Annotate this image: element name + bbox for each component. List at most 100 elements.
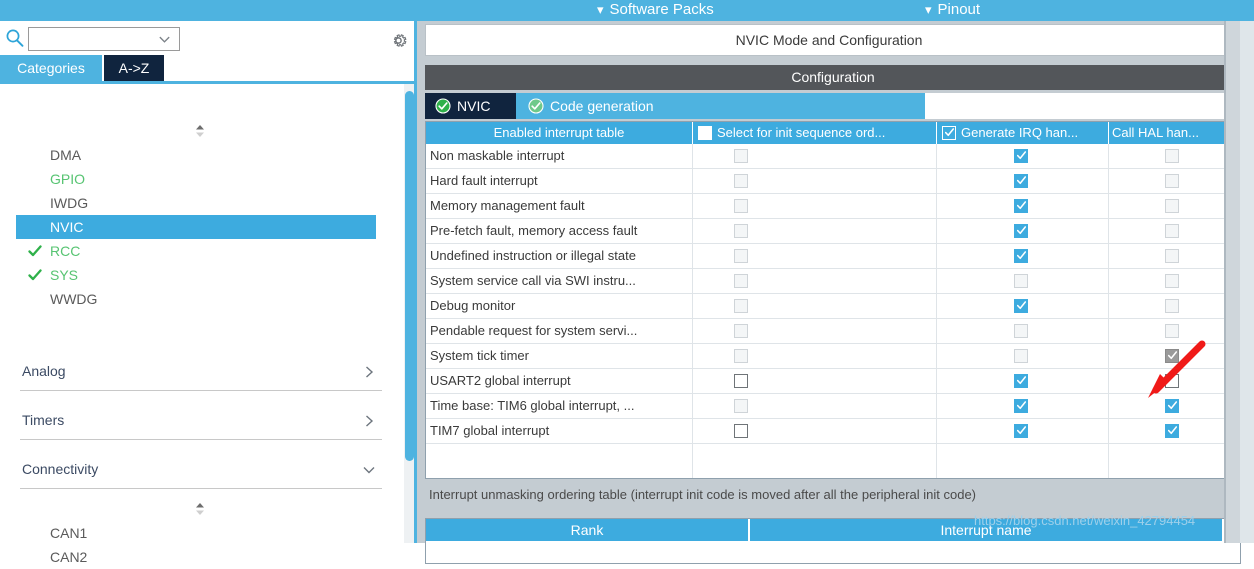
ribbon-pinout[interactable]: ▾ Pinout — [925, 0, 980, 21]
peripheral-label: GPIO — [50, 171, 86, 187]
table-row[interactable]: Undefined instruction or illegal state — [426, 244, 1240, 269]
ordering-table-note: Interrupt unmasking ordering table (inte… — [429, 487, 977, 502]
peripheral-item-wwdg[interactable]: WWDG — [16, 287, 376, 311]
checkbox-select — [734, 324, 748, 338]
peripheral-item-dma[interactable]: DMA — [16, 143, 376, 167]
checkbox-irq[interactable] — [1014, 424, 1028, 438]
check-icon — [1168, 401, 1177, 410]
config-tab-strip: NVIC Code generation — [425, 93, 1241, 119]
search-box[interactable] — [28, 27, 180, 51]
column-header-rank[interactable]: Rank — [426, 519, 748, 541]
checkbox-select — [734, 274, 748, 288]
column-header-enabled-interrupt-table[interactable]: Enabled interrupt table — [426, 122, 692, 144]
column-header-call-hal-handler[interactable]: Call HAL han... — [1112, 122, 1238, 144]
table-row[interactable]: System service call via SWI instru... — [426, 269, 1240, 294]
gear-icon[interactable] — [388, 30, 409, 51]
category-row-timers[interactable]: Timers — [20, 405, 382, 440]
check-circle-icon — [528, 98, 544, 114]
peripheral-item-iwdg[interactable]: IWDG — [16, 191, 376, 215]
peripheral-label: CAN2 — [50, 549, 88, 565]
interrupt-name-cell: Memory management fault — [430, 198, 585, 213]
checkbox-select — [734, 349, 748, 363]
left-panel: Categories A->Z DMA GPIO IWDG NVIC RCC S… — [0, 21, 416, 565]
check-icon — [945, 128, 954, 137]
search-icon — [6, 29, 24, 47]
tab-nvic[interactable]: NVIC — [425, 93, 516, 119]
table-row[interactable]: Pre-fetch fault, memory access fault — [426, 219, 1240, 244]
peripheral-item-rcc[interactable]: RCC — [16, 239, 376, 263]
interrupt-name-cell: TIM7 global interrupt — [430, 423, 550, 438]
table-row[interactable]: Memory management fault — [426, 194, 1240, 219]
peripheral-item-can2[interactable]: CAN2 — [16, 545, 376, 569]
tab-code-generation-label: Code generation — [550, 98, 654, 114]
checkbox-irq[interactable] — [1014, 399, 1028, 413]
window-scrollbar-track[interactable] — [1226, 21, 1240, 543]
interrupt-name-cell: Debug monitor — [430, 298, 516, 313]
column-header-select-for-init-sequence[interactable]: Select for init sequence ord... — [717, 122, 935, 144]
checkbox-hal — [1165, 199, 1179, 213]
peripheral-label: WWDG — [50, 291, 98, 307]
chevron-right-icon — [366, 366, 374, 378]
search-input[interactable] — [33, 30, 153, 50]
checkbox-irq[interactable] — [1014, 174, 1028, 188]
check-icon — [1017, 401, 1026, 410]
interrupt-name-cell: Hard fault interrupt — [430, 173, 538, 188]
mode-header: NVIC Mode and Configuration — [425, 24, 1233, 56]
interrupt-name-cell: Time base: TIM6 global interrupt, ... — [430, 398, 635, 413]
category-row-analog[interactable]: Analog — [20, 356, 382, 391]
table-row[interactable]: Non maskable interrupt — [426, 144, 1240, 169]
checkbox-select[interactable] — [734, 374, 748, 388]
interrupt-name-cell: Pre-fetch fault, memory access fault — [430, 223, 638, 238]
checkbox-hal — [1165, 149, 1179, 163]
checkbox-select[interactable] — [734, 424, 748, 438]
checkbox-select — [734, 199, 748, 213]
peripheral-item-nvic[interactable]: NVIC — [16, 215, 376, 239]
checkbox-irq[interactable] — [1014, 199, 1028, 213]
left-panel-scrollbar-thumb[interactable] — [405, 91, 414, 461]
checkbox-irq[interactable] — [1014, 299, 1028, 313]
checkbox-irq — [1014, 274, 1028, 288]
chevron-right-icon — [366, 415, 374, 427]
peripheral-label: SYS — [50, 267, 79, 283]
check-icon — [28, 269, 42, 281]
check-icon — [1017, 176, 1026, 185]
tab-a-to-z[interactable]: A->Z — [104, 55, 164, 81]
annotation-arrow-icon — [1148, 340, 1206, 398]
tab-code-generation[interactable]: Code generation — [518, 93, 694, 119]
top-ribbon: ▾ Software Packs ▾ Pinout — [0, 0, 1254, 21]
interrupt-name-cell: Undefined instruction or illegal state — [430, 248, 636, 263]
peripheral-item-can1[interactable]: CAN1 — [16, 521, 376, 545]
column-header-checkbox-select-init[interactable] — [698, 126, 712, 140]
checkbox-hal — [1165, 224, 1179, 238]
table-row[interactable]: Debug monitor — [426, 294, 1240, 319]
column-header-generate-irq-handler[interactable]: Generate IRQ han... — [961, 122, 1107, 144]
check-icon — [1168, 426, 1177, 435]
tab-nvic-label: NVIC — [457, 98, 491, 114]
category-row-connectivity[interactable]: Connectivity — [20, 454, 382, 489]
check-icon — [1017, 251, 1026, 260]
table-row[interactable]: Hard fault interrupt — [426, 169, 1240, 194]
peripheral-item-gpio[interactable]: GPIO — [16, 167, 376, 191]
checkbox-hal — [1165, 274, 1179, 288]
check-icon — [1017, 426, 1026, 435]
check-icon — [1017, 201, 1026, 210]
scroll-up-down-icon[interactable] — [193, 502, 207, 516]
chevron-down-icon[interactable] — [158, 33, 171, 46]
checkbox-irq[interactable] — [1014, 374, 1028, 388]
column-header-checkbox-generate-irq[interactable] — [942, 126, 956, 140]
chevron-down-icon — [363, 467, 375, 474]
tab-categories[interactable]: Categories — [0, 55, 102, 81]
enabled-interrupt-table: Enabled interrupt table Select for init … — [425, 121, 1241, 479]
peripheral-item-sys[interactable]: SYS — [16, 263, 376, 287]
checkbox-irq[interactable] — [1014, 149, 1028, 163]
checkbox-irq[interactable] — [1014, 224, 1028, 238]
checkbox-irq[interactable] — [1014, 249, 1028, 263]
ribbon-software-packs[interactable]: ▾ Software Packs — [597, 0, 714, 21]
scroll-up-down-icon[interactable] — [193, 124, 207, 138]
check-icon — [1017, 376, 1026, 385]
checkbox-hal[interactable] — [1165, 399, 1179, 413]
table-row[interactable]: TIM7 global interrupt — [426, 419, 1240, 444]
interrupt-name-cell: Non maskable interrupt — [430, 148, 565, 163]
checkbox-hal[interactable] — [1165, 424, 1179, 438]
peripheral-label: IWDG — [50, 195, 89, 211]
